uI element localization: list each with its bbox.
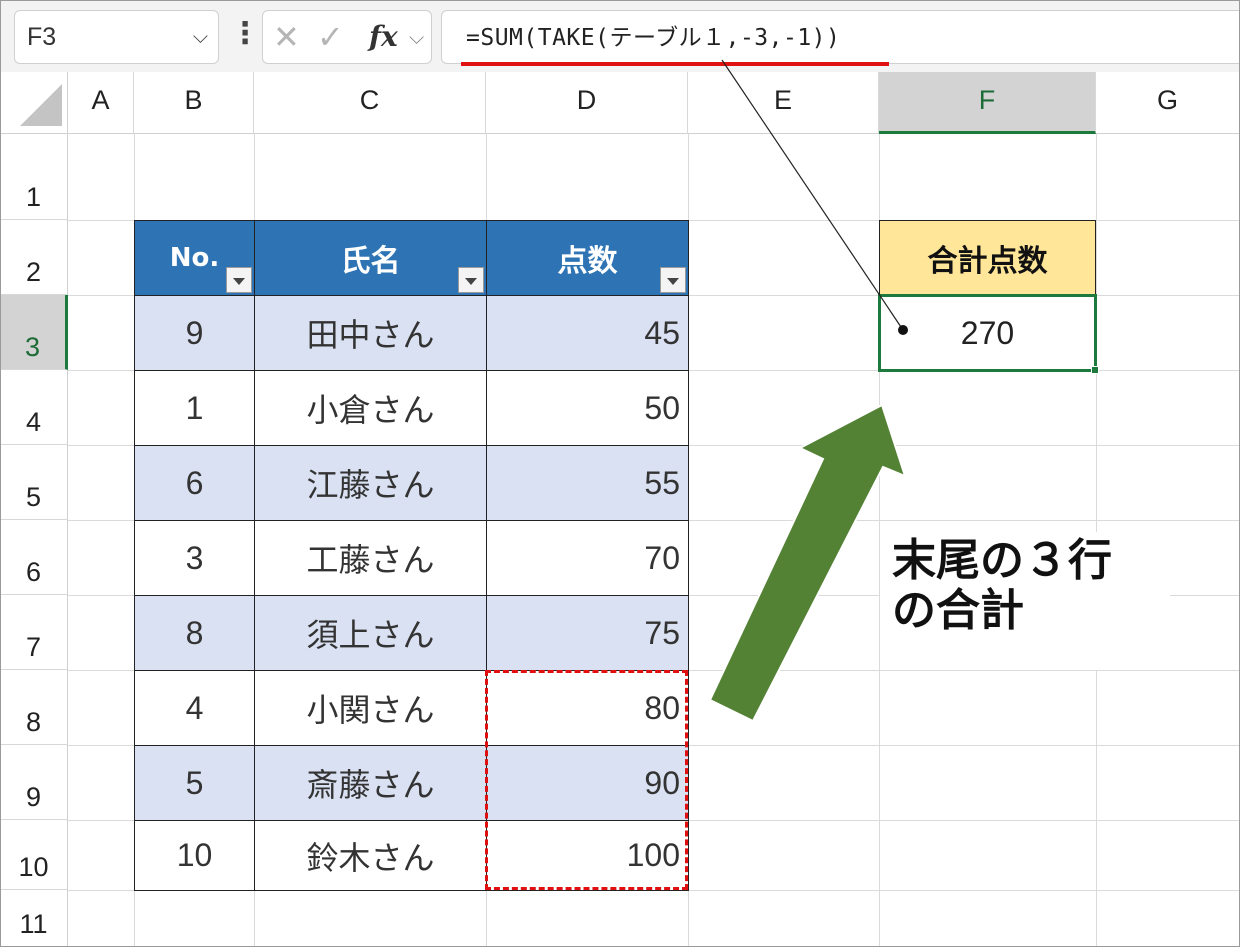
row-header-10[interactable]: 10 <box>0 820 68 890</box>
annotation-note: 末尾の３行 の合計 <box>880 532 1170 670</box>
table-cell-score[interactable]: 55 <box>486 445 689 521</box>
row-header-1[interactable]: 1 <box>0 134 68 220</box>
select-all-triangle-icon <box>20 84 62 126</box>
cancel-icon[interactable]: ✕ <box>273 11 300 63</box>
table-cell-name[interactable]: 須上さん <box>254 595 487 671</box>
table-cell-score[interactable]: 50 <box>486 370 689 446</box>
row-header-4[interactable]: 4 <box>0 370 68 445</box>
formula-highlight-underline <box>461 62 889 66</box>
filter-dropdown-icon[interactable] <box>226 267 252 293</box>
chevron-down-icon[interactable]: ⌵ <box>193 11 208 63</box>
row-header-6[interactable]: 6 <box>0 520 68 595</box>
filter-dropdown-icon[interactable] <box>458 267 484 293</box>
table-cell-score[interactable]: 70 <box>486 520 689 596</box>
row-header-8[interactable]: 8 <box>0 670 68 745</box>
table-cell-score[interactable]: 45 <box>486 295 689 371</box>
row-header-7[interactable]: 7 <box>0 595 68 670</box>
more-options-icon[interactable]: ⋮ <box>230 12 260 62</box>
header-label: No. <box>169 243 220 273</box>
column-header-e[interactable]: E <box>688 72 879 134</box>
table-header-name[interactable]: 氏名 <box>254 220 487 296</box>
table-cell-name[interactable]: 斎藤さん <box>254 745 487 821</box>
table-cell-no[interactable]: 3 <box>134 520 255 596</box>
table-cell-no[interactable]: 4 <box>134 670 255 746</box>
row-header-5[interactable]: 5 <box>0 445 68 520</box>
column-header-a[interactable]: A <box>68 72 134 134</box>
row-header-2[interactable]: 2 <box>0 220 68 295</box>
table-cell-no[interactable]: 5 <box>134 745 255 821</box>
table-cell-no[interactable]: 9 <box>134 295 255 371</box>
row-header-3[interactable]: 3 <box>0 295 68 370</box>
row-header-9[interactable]: 9 <box>0 745 68 820</box>
table-cell-name[interactable]: 小関さん <box>254 670 487 746</box>
enter-icon[interactable]: ✓ <box>317 11 344 63</box>
table-cell-score[interactable]: 75 <box>486 595 689 671</box>
header-label: 氏名 <box>340 244 401 279</box>
column-header-f[interactable]: F <box>879 72 1096 134</box>
table-cell-name[interactable]: 江藤さん <box>254 445 487 521</box>
table-cell-score[interactable]: 80 <box>486 670 689 746</box>
table-cell-score[interactable]: 100 <box>486 820 689 891</box>
chevron-down-icon[interactable]: ⌵ <box>409 11 424 63</box>
total-label-cell[interactable]: 合計点数 <box>879 220 1096 295</box>
table-cell-no[interactable]: 1 <box>134 370 255 446</box>
filter-dropdown-icon[interactable] <box>660 267 686 293</box>
table-cell-name[interactable]: 田中さん <box>254 295 487 371</box>
column-header-g[interactable]: G <box>1096 72 1240 134</box>
table-cell-no[interactable]: 8 <box>134 595 255 671</box>
table-header-score[interactable]: 点数 <box>486 220 689 296</box>
insert-function-icon[interactable]: fx <box>369 11 398 63</box>
total-value-cell[interactable]: 270 <box>878 294 1097 372</box>
table-cell-no[interactable]: 10 <box>134 820 255 891</box>
column-header-c[interactable]: C <box>254 72 486 134</box>
fill-handle[interactable] <box>1091 366 1099 374</box>
table-cell-name[interactable]: 小倉さん <box>254 370 487 446</box>
formula-input[interactable]: =SUM(TAKE(テーブル１,-3,-1)) <box>441 10 1240 64</box>
table-cell-no[interactable]: 6 <box>134 445 255 521</box>
row-header-11[interactable]: 11 <box>0 890 68 947</box>
formula-controls: ✕ ✓ fx ⌵ <box>262 10 432 64</box>
annotation-line-1: 末尾の３行 <box>892 535 1112 586</box>
table-cell-score[interactable]: 90 <box>486 745 689 821</box>
column-header-d[interactable]: D <box>486 72 688 134</box>
name-box-value: F3 <box>27 23 57 51</box>
name-box[interactable]: F3 ⌵ <box>14 10 219 64</box>
select-all-corner[interactable] <box>0 72 68 134</box>
table-cell-name[interactable]: 鈴木さん <box>254 820 487 891</box>
header-label: 点数 <box>557 244 618 279</box>
total-value: 270 <box>960 314 1015 351</box>
annotation-line-2: の合計 <box>892 585 1024 636</box>
table-cell-name[interactable]: 工藤さん <box>254 520 487 596</box>
table-header-no[interactable]: No. <box>134 220 255 296</box>
column-header-b[interactable]: B <box>134 72 254 134</box>
